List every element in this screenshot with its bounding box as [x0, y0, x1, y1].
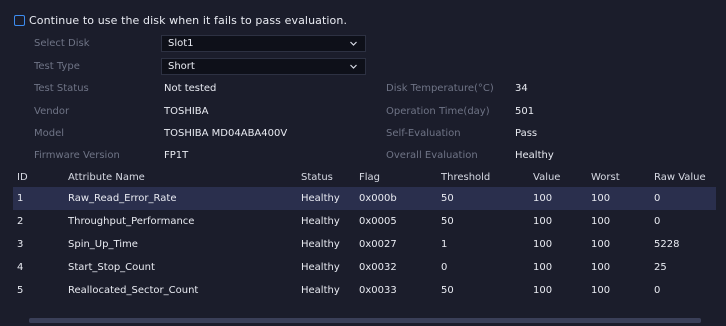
cell-id: 3 — [17, 239, 24, 250]
cell-flag: 0x0032 — [359, 262, 397, 273]
cell-worst: 100 — [591, 239, 611, 250]
cell-threshold: 1 — [441, 239, 448, 250]
cell-threshold: 50 — [441, 193, 454, 204]
column-header-status: Status — [301, 172, 333, 183]
test-type-value: Short — [168, 61, 195, 72]
cell-status: Healthy — [301, 262, 340, 273]
self-evaluation-value: Pass — [515, 128, 538, 139]
column-header-id: ID — [17, 172, 28, 183]
vendor-label: Vendor — [34, 106, 70, 117]
cell-value: 100 — [533, 193, 553, 204]
table-row[interactable]: 4 Start_Stop_Count Healthy 0x0032 0 100 … — [13, 256, 716, 279]
cell-id: 1 — [17, 193, 24, 204]
disk-temperature-value: 34 — [515, 83, 528, 94]
cell-raw-value: 0 — [654, 193, 661, 204]
scrollbar-thumb[interactable] — [29, 318, 701, 323]
self-evaluation-label: Self-Evaluation — [386, 128, 461, 139]
cell-flag: 0x0027 — [359, 239, 397, 250]
cell-attribute-name: Throughput_Performance — [68, 216, 195, 227]
cell-attribute-name: Raw_Read_Error_Rate — [68, 193, 177, 204]
cell-status: Healthy — [301, 193, 340, 204]
overall-evaluation-value: Healthy — [515, 150, 554, 161]
table-row[interactable]: 1 Raw_Read_Error_Rate Healthy 0x000b 50 … — [13, 187, 716, 210]
cell-value: 100 — [533, 216, 553, 227]
chevron-down-icon — [349, 39, 358, 48]
vendor-value: TOSHIBA — [164, 106, 209, 117]
cell-threshold: 0 — [441, 262, 448, 273]
model-label: Model — [34, 128, 65, 139]
cell-value: 100 — [533, 262, 553, 273]
cell-status: Healthy — [301, 216, 340, 227]
cell-threshold: 50 — [441, 216, 454, 227]
overall-evaluation-label: Overall Evaluation — [386, 150, 478, 161]
smart-attribute-table: ID Attribute Name Status Flag Threshold … — [13, 168, 716, 302]
cell-flag: 0x0005 — [359, 216, 397, 227]
table-row[interactable]: 5 Reallocated_Sector_Count Healthy 0x003… — [13, 279, 716, 302]
cell-worst: 100 — [591, 285, 611, 296]
test-type-label: Test Type — [34, 61, 80, 72]
cell-attribute-name: Reallocated_Sector_Count — [68, 285, 199, 296]
table-row[interactable]: 3 Spin_Up_Time Healthy 0x0027 1 100 100 … — [13, 233, 716, 256]
cell-id: 2 — [17, 216, 24, 227]
cell-attribute-name: Spin_Up_Time — [68, 239, 138, 250]
cell-value: 100 — [533, 239, 553, 250]
cell-flag: 0x0033 — [359, 285, 397, 296]
firmware-version-label: Firmware Version — [34, 150, 120, 161]
cell-id: 4 — [17, 262, 24, 273]
column-header-value: Value — [533, 172, 561, 183]
column-header-threshold: Threshold — [441, 172, 491, 183]
select-disk-label: Select Disk — [34, 38, 90, 49]
column-header-raw-value: Raw Value — [654, 172, 706, 183]
cell-status: Healthy — [301, 239, 340, 250]
cell-raw-value: 0 — [654, 285, 661, 296]
cell-raw-value: 25 — [654, 262, 667, 273]
cell-id: 5 — [17, 285, 24, 296]
horizontal-scrollbar[interactable] — [29, 318, 701, 323]
operation-time-value: 501 — [515, 106, 535, 117]
test-status-value: Not tested — [164, 83, 217, 94]
continue-use-checkbox[interactable] — [14, 14, 25, 26]
table-header: ID Attribute Name Status Flag Threshold … — [13, 168, 716, 187]
cell-attribute-name: Start_Stop_Count — [68, 262, 155, 273]
disk-temperature-label: Disk Temperature(°C) — [386, 83, 494, 94]
test-type-dropdown[interactable]: Short — [161, 58, 366, 75]
cell-worst: 100 — [591, 193, 611, 204]
chevron-down-icon — [349, 62, 358, 71]
cell-value: 100 — [533, 285, 553, 296]
cell-worst: 100 — [591, 262, 611, 273]
table-body: 1 Raw_Read_Error_Rate Healthy 0x000b 50 … — [13, 187, 716, 302]
test-status-label: Test Status — [34, 83, 89, 94]
continue-use-label: Continue to use the disk when it fails t… — [29, 13, 348, 27]
column-header-flag: Flag — [359, 172, 381, 183]
firmware-version-value: FP1T — [164, 150, 189, 161]
select-disk-value: Slot1 — [168, 38, 194, 49]
cell-raw-value: 5228 — [654, 239, 680, 250]
column-header-attribute-name: Attribute Name — [68, 172, 145, 183]
continue-use-checkbox-row[interactable]: Continue to use the disk when it fails t… — [14, 10, 347, 30]
model-value: TOSHIBA MD04ABA400V — [164, 128, 288, 139]
operation-time-label: Operation Time(day) — [386, 106, 490, 117]
cell-raw-value: 0 — [654, 216, 661, 227]
cell-flag: 0x000b — [359, 193, 397, 204]
cell-threshold: 50 — [441, 285, 454, 296]
cell-worst: 100 — [591, 216, 611, 227]
column-header-worst: Worst — [591, 172, 620, 183]
table-row[interactable]: 2 Throughput_Performance Healthy 0x0005 … — [13, 210, 716, 233]
cell-status: Healthy — [301, 285, 340, 296]
select-disk-dropdown[interactable]: Slot1 — [161, 35, 366, 52]
